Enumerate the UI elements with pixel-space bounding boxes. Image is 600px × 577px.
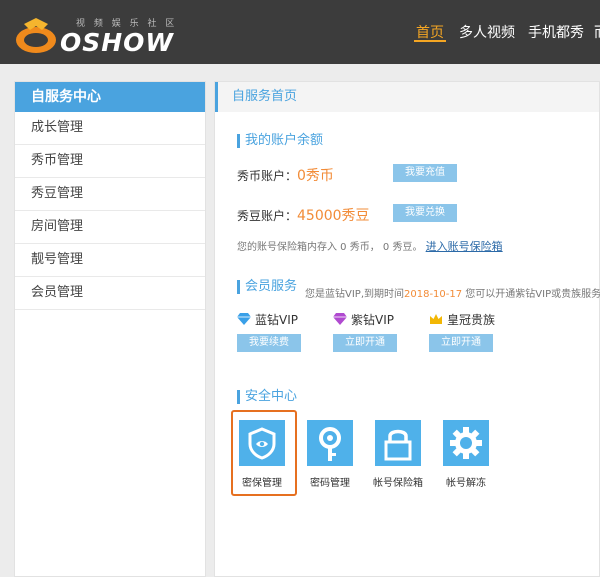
recharge-button[interactable]: 我要充值 <box>393 164 457 182</box>
balance-section-title: 我的账户余额 <box>237 134 323 148</box>
purple-vip-label: 紫钻VIP <box>351 313 394 327</box>
crown-noble-item: 皇冠贵族 <box>429 311 495 328</box>
vip-expiry-date: 2018-10-17 <box>404 289 463 300</box>
sidebar-item-number[interactable]: 靓号管理 <box>15 244 205 277</box>
main-panel: 自服务首页 我的账户余额 秀币账户：0秀币 我要充值 秀豆账户：45000秀豆 … <box>214 81 600 577</box>
safe-box-tile[interactable] <box>375 420 421 466</box>
crown-noble-label: 皇冠贵族 <box>447 313 496 327</box>
password-label[interactable]: 密码管理 <box>295 474 365 489</box>
vip-status-suffix: 您可以开通紫钻VIP或贵族服务 <box>462 289 600 300</box>
vip-status-prefix: 您是蓝钻VIP,到期时间 <box>305 289 404 300</box>
renew-blue-vip-button[interactable]: 我要续费 <box>237 334 301 352</box>
unfreeze-label[interactable]: 帐号解冻 <box>431 474 501 489</box>
safe-box-label[interactable]: 帐号保险箱 <box>363 474 433 489</box>
nav-mobile[interactable]: 手机都秀 <box>528 22 584 42</box>
security-section-title: 安全中心 <box>237 390 297 404</box>
blue-vip-item: 蓝钻VIP <box>237 311 298 328</box>
vip-section-title: 会员服务 <box>237 280 297 294</box>
bean-account-row: 秀豆账户：45000秀豆 <box>237 205 370 225</box>
blue-diamond-icon <box>237 313 251 325</box>
nav-multi-video[interactable]: 多人视频 <box>459 22 515 42</box>
nav-home[interactable]: 首页 <box>416 22 444 42</box>
logo-wordmark: OSHOW <box>60 28 175 57</box>
key-icon <box>319 427 341 461</box>
lock-icon <box>384 429 412 461</box>
site-logo[interactable]: 视 频 娱 乐 社 区 OSHOW <box>14 10 174 57</box>
nav-more[interactable]: 而 <box>594 22 600 42</box>
enter-safe-box-link[interactable]: 进入账号保险箱 <box>426 240 503 253</box>
bean-account-label: 秀豆账户： <box>237 209 298 223</box>
open-purple-vip-button[interactable]: 立即开通 <box>333 334 397 352</box>
gear-icon <box>450 427 482 459</box>
bean-account-value: 45000秀豆 <box>297 208 370 224</box>
sidebar-title[interactable]: 自服务中心 <box>15 82 205 112</box>
sidebar-item-room[interactable]: 房间管理 <box>15 211 205 244</box>
top-bar: 视 频 娱 乐 社 区 OSHOW 首页 多人视频 手机都秀 而 <box>0 0 600 64</box>
sidebar-item-member[interactable]: 会员管理 <box>15 277 205 310</box>
exchange-button[interactable]: 我要兑换 <box>393 204 457 222</box>
breadcrumb: 自服务首页 <box>215 82 599 112</box>
unfreeze-tile[interactable] <box>443 420 489 466</box>
coin-account-row: 秀币账户：0秀币 <box>237 165 334 185</box>
safe-box-note: 您的账号保险箱内存入 0 秀币， 0 秀豆。 进入账号保险箱 <box>237 238 503 254</box>
open-crown-noble-button[interactable]: 立即开通 <box>429 334 493 352</box>
sidebar: 自服务中心 成长管理 秀币管理 秀豆管理 房间管理 靓号管理 会员管理 <box>14 81 206 577</box>
nav-active-underline <box>414 40 446 42</box>
vip-status-text: 您是蓝钻VIP,到期时间2018-10-17 您可以开通紫钻VIP或贵族服务 <box>305 285 600 300</box>
coin-account-label: 秀币账户： <box>237 169 298 183</box>
logo-mark-icon <box>16 18 56 53</box>
password-tile[interactable] <box>307 420 353 466</box>
sidebar-item-beans[interactable]: 秀豆管理 <box>15 178 205 211</box>
safe-box-note-text: 您的账号保险箱内存入 0 秀币， 0 秀豆。 <box>237 242 423 253</box>
blue-vip-label: 蓝钻VIP <box>255 313 298 327</box>
sidebar-item-growth[interactable]: 成长管理 <box>15 112 205 145</box>
coin-account-value: 0秀币 <box>297 168 334 184</box>
security-question-label[interactable]: 密保管理 <box>227 474 297 489</box>
security-question-tile[interactable] <box>239 420 285 466</box>
purple-diamond-icon <box>333 313 347 325</box>
sidebar-item-coins[interactable]: 秀币管理 <box>15 145 205 178</box>
crown-icon <box>430 314 442 324</box>
purple-vip-item: 紫钻VIP <box>333 311 394 328</box>
shield-icon <box>248 427 276 460</box>
